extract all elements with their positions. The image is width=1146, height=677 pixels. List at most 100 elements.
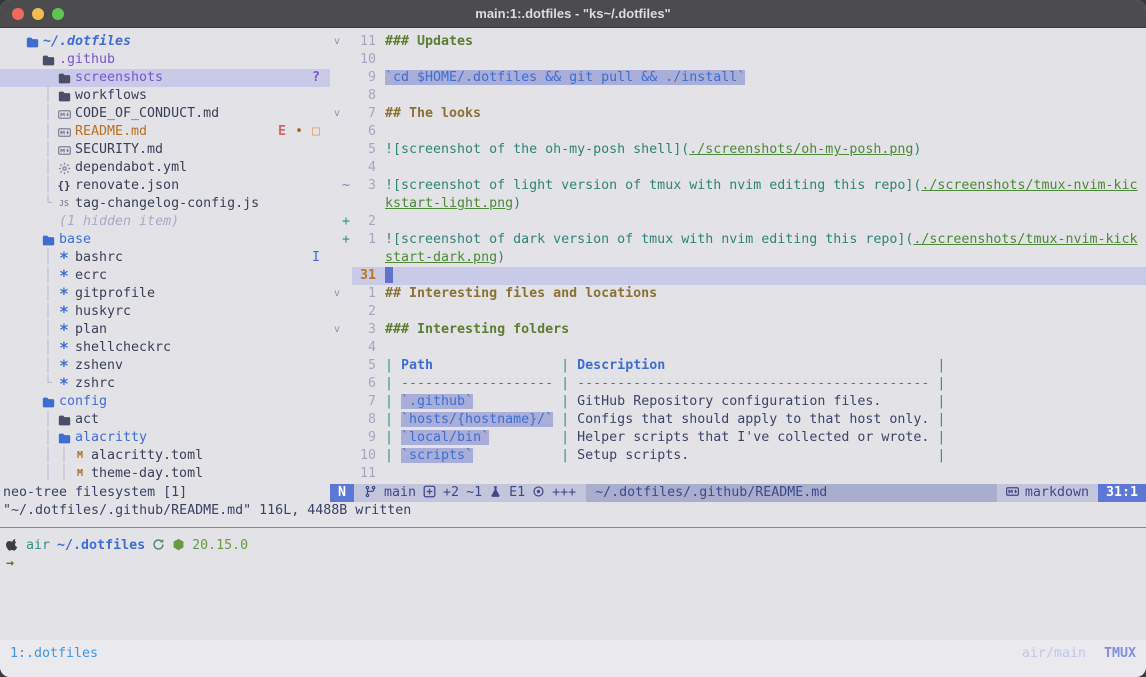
cursor-position: 31:1 <box>1098 484 1146 502</box>
editor-line[interactable]: +1![screenshot of dark version of tmux w… <box>330 231 1146 249</box>
minimize-button[interactable] <box>32 8 44 20</box>
tree-item-gitprofile[interactable]: │*gitprofile <box>0 285 330 303</box>
window-title: main:1:.dotfiles - "ks~/.dotfiles" <box>475 6 670 21</box>
editor-line[interactable]: 31 <box>330 267 1146 285</box>
node-icon <box>172 537 185 555</box>
editor-text-segment: ![screenshot of the oh-my-posh shell]( <box>385 142 689 157</box>
fold-marker <box>330 465 340 483</box>
tree-item-code-of-conduct-md[interactable]: │CODE_OF_CONDUCT.md <box>0 105 330 123</box>
tmux-right-status: air/main TMUX <box>1022 645 1136 663</box>
editor-line[interactable]: 6| ------------------- | ---------------… <box>330 375 1146 393</box>
tree-item-screenshots[interactable]: screenshots? <box>0 69 330 87</box>
editor-text-segment: GitHub Repository configuration files. <box>577 394 881 409</box>
tree-guide: │ <box>40 357 56 375</box>
gitsign: + <box>340 213 352 231</box>
tree-item-tag-changelog-config-js[interactable]: └JStag-changelog-config.js <box>0 195 330 213</box>
editor-line[interactable]: 4 <box>330 159 1146 177</box>
tree-item-label: zshenv <box>75 357 123 375</box>
tree-item-label: README.md <box>75 123 147 141</box>
dotfile-icon: * <box>56 343 72 353</box>
editor-line[interactable]: v11### Updates <box>330 33 1146 51</box>
editor-line[interactable]: 10 <box>330 51 1146 69</box>
lualine-statusline: N main +2~1 E1 +++ ~/.dotfiles/.github/R… <box>330 484 1146 502</box>
tree-item-act[interactable]: │act <box>0 411 330 429</box>
tree-item-dotfiles[interactable]: ~/.dotfiles <box>0 33 330 51</box>
tree-guide: │ <box>40 123 56 141</box>
editor-line[interactable]: 2 <box>330 303 1146 321</box>
close-button[interactable] <box>12 8 24 20</box>
tmux-window-tab[interactable]: 1:.dotfiles <box>10 645 98 663</box>
tree-item-label: alacritty.toml <box>91 447 203 465</box>
editor-line[interactable]: 5![screenshot of the oh-my-posh shell](.… <box>330 141 1146 159</box>
zoom-button[interactable] <box>52 8 64 20</box>
tree-item-1-hidden-item[interactable]: (1 hidden item) <box>0 213 330 231</box>
tree-item-bashrc[interactable]: │*bashrcI <box>0 249 330 267</box>
editor-line[interactable]: 8| `hosts/{hostname}/` | Configs that sh… <box>330 411 1146 429</box>
editor-text-segment: | <box>937 448 945 463</box>
editor-line[interactable]: 10| `scripts` | Setup scripts. | <box>330 447 1146 465</box>
editor-text-segment: | <box>937 394 945 409</box>
tree-item-label: act <box>75 411 99 429</box>
tree-item-shellcheckrc[interactable]: │*shellcheckrc <box>0 339 330 357</box>
editor-line[interactable]: 11 <box>330 465 1146 483</box>
tree-item-label: dependabot.yml <box>75 159 187 177</box>
fold-marker <box>330 87 340 105</box>
editor-line[interactable]: v7## The looks <box>330 105 1146 123</box>
editor-line[interactable]: 6 <box>330 123 1146 141</box>
editor-text-segment <box>489 430 561 445</box>
editor-line[interactable]: 9`cd $HOME/.dotfiles && git pull && ./in… <box>330 69 1146 87</box>
neotree-panel: ~/.dotfiles.githubscreenshots?│workflows… <box>0 28 330 484</box>
tree-item-theme-day-toml[interactable]: ││Mtheme-day.toml <box>0 465 330 483</box>
editor-line[interactable]: ~3![screenshot of light version of tmux … <box>330 177 1146 195</box>
tree-item-alacritty[interactable]: │alacritty <box>0 429 330 447</box>
gitsign <box>340 159 352 177</box>
tree-item-security-md[interactable]: │SECURITY.md <box>0 141 330 159</box>
refresh-icon <box>152 537 165 555</box>
tree-guide: │ <box>40 339 56 357</box>
tree-guide: │ <box>40 465 56 483</box>
tree-item-config[interactable]: config <box>0 393 330 411</box>
editor-text-segment: | <box>561 430 577 445</box>
fold-marker <box>330 213 340 231</box>
dotfile-icon: * <box>56 379 72 389</box>
tree-item-github[interactable]: .github <box>0 51 330 69</box>
tree-item-renovate-json[interactable]: │{}renovate.json <box>0 177 330 195</box>
tree-item-readme-md[interactable]: │README.mdE•□ <box>0 123 330 141</box>
folder-icon <box>40 54 56 67</box>
line-number: 4 <box>352 339 376 357</box>
editor-line[interactable]: 7| `.github` | GitHub Repository configu… <box>330 393 1146 411</box>
fold-marker[interactable]: v <box>330 285 340 303</box>
tree-item-label: alacritty <box>75 429 147 447</box>
fold-marker[interactable]: v <box>330 321 340 339</box>
editor-line[interactable]: v1## Interesting files and locations <box>330 285 1146 303</box>
editor-line[interactable]: kstart-light.png) <box>330 195 1146 213</box>
gitsign: ~ <box>340 177 352 195</box>
tree-item-dependabot-yml[interactable]: │dependabot.yml <box>0 159 330 177</box>
tree-item-base[interactable]: base <box>0 231 330 249</box>
editor-line[interactable]: 4 <box>330 339 1146 357</box>
tree-item-label: CODE_OF_CONDUCT.md <box>75 105 219 123</box>
tree-item-plan[interactable]: │*plan <box>0 321 330 339</box>
tree-item-zshrc[interactable]: └*zshrc <box>0 375 330 393</box>
fold-marker[interactable]: v <box>330 105 340 123</box>
editor-line[interactable]: v3### Interesting folders <box>330 321 1146 339</box>
statusline-file-path: ~/.dotfiles/.github/README.md <box>586 484 997 502</box>
editor-line[interactable]: 5| Path | Description | <box>330 357 1146 375</box>
tree-item-huskyrc[interactable]: │*huskyrc <box>0 303 330 321</box>
tree-item-alacritty-toml[interactable]: ││Malacritty.toml <box>0 447 330 465</box>
prompt-path: ~/.dotfiles <box>57 537 145 555</box>
editor-text-segment: Path <box>401 358 433 373</box>
line-number: 2 <box>352 213 376 231</box>
line-number: 2 <box>352 303 376 321</box>
tree-item-workflows[interactable]: │workflows <box>0 87 330 105</box>
editor-line[interactable]: 8 <box>330 87 1146 105</box>
editor-line[interactable]: 9| `local/bin` | Helper scripts that I'v… <box>330 429 1146 447</box>
editor-line[interactable]: start-dark.png) <box>330 249 1146 267</box>
fold-marker[interactable]: v <box>330 33 340 51</box>
tree-item-zshenv[interactable]: │*zshenv <box>0 357 330 375</box>
markdown-file-icon <box>56 144 72 157</box>
editor-line[interactable]: +2 <box>330 213 1146 231</box>
editor-text-segment: ## Interesting files and locations <box>385 286 657 301</box>
shell-pane[interactable]: air ~/.dotfiles 20.15.0 → <box>0 528 1146 640</box>
tree-item-ecrc[interactable]: │*ecrc <box>0 267 330 285</box>
